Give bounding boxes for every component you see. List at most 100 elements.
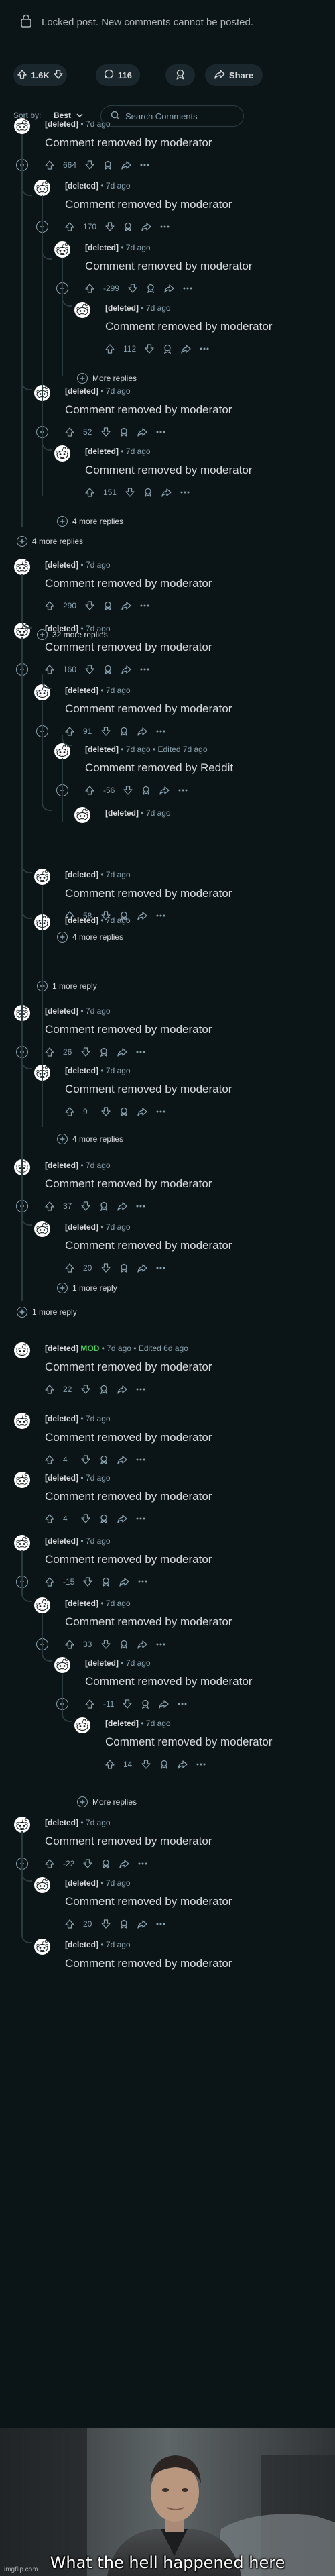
downvote-icon[interactable] — [85, 601, 94, 610]
downvote-icon[interactable] — [101, 1107, 111, 1116]
share-icon[interactable] — [117, 1455, 127, 1464]
more-replies-button[interactable]: 4 more replies — [57, 515, 123, 528]
downvote-icon[interactable] — [101, 1263, 111, 1273]
comment-author[interactable]: [deleted] — [65, 1878, 98, 1888]
share-icon[interactable] — [137, 427, 147, 437]
comment-author[interactable]: [deleted] — [45, 560, 78, 570]
comment-author[interactable]: [deleted] — [45, 1414, 78, 1424]
downvote-icon[interactable] — [85, 665, 94, 674]
comment-author[interactable]: [deleted] — [45, 1161, 78, 1170]
downvote-icon[interactable] — [105, 222, 115, 231]
avatar[interactable] — [34, 1876, 51, 1893]
share-icon[interactable] — [117, 1047, 127, 1057]
comment-author[interactable]: [deleted] — [45, 1818, 78, 1827]
share-icon[interactable] — [137, 727, 147, 736]
more-options-icon[interactable] — [156, 1919, 165, 1929]
more-options-icon[interactable] — [156, 727, 165, 736]
more-replies-button[interactable]: 4 more replies — [57, 1132, 123, 1146]
downvote-icon[interactable] — [141, 1760, 151, 1769]
avatar[interactable] — [13, 1411, 31, 1429]
comment-author[interactable]: [deleted] — [85, 447, 119, 456]
share-icon[interactable] — [117, 1385, 127, 1394]
more-options-icon[interactable] — [140, 160, 149, 170]
avatar[interactable] — [54, 1656, 71, 1673]
downvote-icon[interactable] — [101, 1919, 111, 1929]
upvote-icon[interactable] — [45, 601, 54, 610]
upvote-icon[interactable] — [85, 284, 94, 293]
more-replies-button[interactable]: 4 more replies — [17, 535, 83, 548]
share-icon[interactable] — [117, 1201, 127, 1211]
more-options-icon[interactable] — [156, 1107, 165, 1116]
more-options-icon[interactable] — [183, 284, 192, 293]
upvote-icon[interactable] — [45, 665, 54, 674]
share-icon[interactable] — [159, 786, 170, 795]
downvote-icon[interactable] — [85, 160, 94, 170]
more-replies-button[interactable]: 32 more replies — [37, 628, 108, 641]
downvote-icon[interactable] — [83, 1577, 92, 1587]
avatar[interactable] — [34, 178, 51, 196]
comment-author[interactable]: [deleted] — [105, 303, 139, 313]
more-options-icon[interactable] — [138, 1859, 147, 1868]
more-options-icon[interactable] — [200, 344, 209, 354]
upvote-icon[interactable] — [65, 1919, 74, 1929]
share-icon[interactable] — [121, 665, 131, 674]
downvote-icon[interactable] — [101, 727, 111, 736]
award-icon[interactable] — [101, 1577, 111, 1587]
share-icon[interactable] — [161, 488, 172, 497]
comment-author[interactable]: [deleted] — [85, 1658, 119, 1668]
downvote-icon[interactable] — [101, 427, 111, 437]
downvote-icon[interactable] — [123, 1699, 133, 1709]
comment-author[interactable]: [deleted] — [105, 808, 139, 818]
award-icon[interactable] — [119, 427, 129, 437]
award-icon[interactable] — [99, 1385, 109, 1394]
upvote-icon[interactable] — [45, 1385, 54, 1394]
share-icon[interactable] — [137, 1919, 147, 1929]
more-replies-button[interactable]: 1 more reply — [37, 979, 97, 993]
downvote-icon[interactable] — [81, 1047, 90, 1057]
more-options-icon[interactable] — [136, 1385, 145, 1394]
more-options-icon[interactable] — [180, 488, 190, 497]
award-icon[interactable] — [119, 1263, 129, 1273]
comment-author[interactable]: [deleted] — [45, 1473, 78, 1483]
share-icon[interactable] — [121, 601, 131, 610]
downvote-icon[interactable] — [123, 786, 133, 795]
award-icon[interactable] — [119, 727, 129, 736]
comment-author[interactable]: [deleted] — [85, 243, 119, 252]
upvote-icon[interactable] — [45, 1514, 54, 1523]
avatar[interactable] — [74, 806, 91, 823]
upvote-icon[interactable] — [105, 1760, 115, 1769]
avatar[interactable] — [74, 301, 91, 318]
avatar[interactable] — [34, 1937, 51, 1955]
more-options-icon[interactable] — [160, 222, 170, 231]
share-icon[interactable] — [164, 284, 174, 293]
downvote-icon[interactable] — [83, 1859, 92, 1868]
comment-author[interactable]: [deleted] — [65, 1940, 98, 1949]
award-icon[interactable] — [101, 1859, 111, 1868]
more-options-icon[interactable] — [156, 1263, 165, 1273]
more-replies-button[interactable]: 1 more reply — [57, 1281, 117, 1295]
share-icon[interactable] — [121, 160, 131, 170]
award-icon[interactable] — [103, 160, 113, 170]
award-icon[interactable] — [119, 1640, 129, 1649]
comment-author[interactable]: [deleted] — [85, 745, 119, 754]
award-icon[interactable] — [159, 1760, 169, 1769]
more-options-icon[interactable] — [196, 1760, 206, 1769]
avatar[interactable] — [74, 1716, 91, 1733]
downvote-icon[interactable] — [145, 344, 154, 354]
comment-author[interactable]: [deleted] — [65, 1066, 98, 1075]
comment-author[interactable]: [deleted] — [65, 181, 98, 191]
award-icon[interactable] — [141, 1699, 150, 1709]
comment-author[interactable]: [deleted] — [45, 1344, 78, 1353]
avatar[interactable] — [13, 1534, 31, 1551]
more-options-icon[interactable] — [140, 601, 149, 610]
downvote-icon[interactable] — [81, 1201, 90, 1211]
downvote-icon[interactable] — [81, 1455, 90, 1464]
more-options-icon[interactable] — [136, 1514, 145, 1523]
share-icon[interactable] — [119, 1577, 129, 1587]
share-icon[interactable] — [141, 222, 151, 231]
upvote-icon[interactable] — [65, 1263, 74, 1273]
avatar[interactable] — [34, 1220, 51, 1237]
award-icon[interactable] — [99, 1455, 109, 1464]
more-replies-button[interactable]: 4 more replies — [57, 930, 123, 944]
comment-author[interactable]: [deleted] — [105, 1719, 139, 1728]
